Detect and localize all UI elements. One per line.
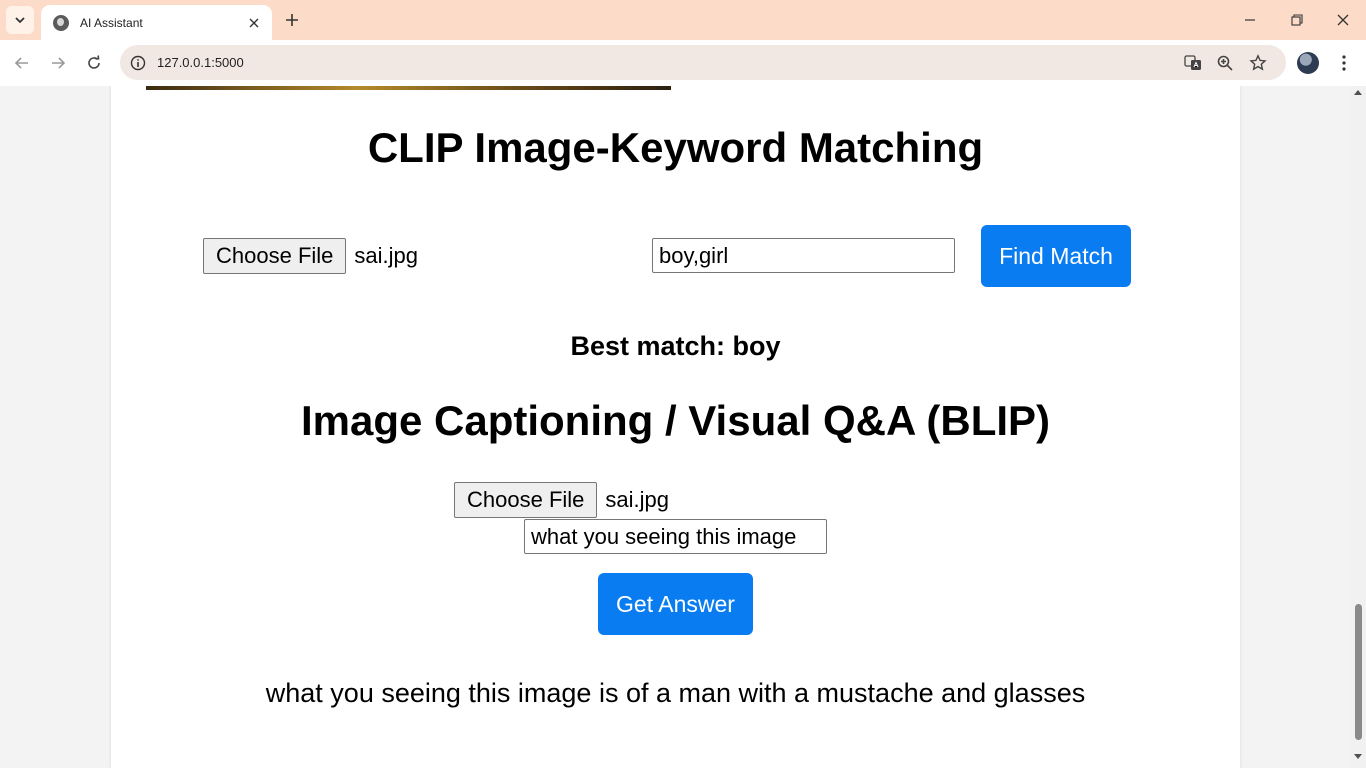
scroll-down-arrow-icon[interactable] xyxy=(1354,754,1362,759)
clip-file-name: sai.jpg xyxy=(354,243,418,268)
reload-button[interactable] xyxy=(80,49,108,77)
forward-button[interactable] xyxy=(44,49,72,77)
more-vert-icon xyxy=(1342,55,1346,71)
clip-choose-file-button[interactable]: Choose File xyxy=(203,238,347,274)
blip-answer-text: what you seeing this image is of a man w… xyxy=(265,678,1086,708)
zoom-icon[interactable] xyxy=(1215,53,1235,73)
close-tab-button[interactable] xyxy=(246,15,262,31)
restore-icon xyxy=(1291,14,1303,26)
back-button[interactable] xyxy=(8,49,36,77)
arrow-right-icon xyxy=(52,57,66,69)
bookmark-star-icon[interactable] xyxy=(1248,53,1268,73)
blip-file-input[interactable]: Choose File sai.jpg xyxy=(454,482,669,518)
globe-icon xyxy=(53,14,69,31)
minimize-button[interactable] xyxy=(1234,6,1266,34)
plus-icon xyxy=(286,14,298,26)
clip-file-input[interactable]: Choose File sai.jpg xyxy=(203,238,418,274)
clip-keywords-input[interactable] xyxy=(652,238,955,273)
profile-avatar[interactable] xyxy=(1297,52,1319,74)
url-text: 127.0.0.1:5000 xyxy=(157,55,244,70)
uploaded-image-bottom-edge xyxy=(146,86,671,90)
tab-search-button[interactable] xyxy=(6,6,34,34)
new-tab-button[interactable] xyxy=(282,10,302,30)
browser-menu-button[interactable] xyxy=(1334,50,1354,76)
blip-choose-file-button[interactable]: Choose File xyxy=(454,482,598,518)
find-match-button[interactable]: Find Match xyxy=(981,225,1131,287)
main-card: CLIP Image-Keyword Matching Choose File … xyxy=(111,86,1240,768)
blip-section-title: Image Captioning / Visual Q&A (BLIP) xyxy=(300,397,1051,444)
blip-question-input[interactable] xyxy=(524,519,827,554)
arrow-left-icon xyxy=(14,57,28,69)
tab-ai-assistant[interactable]: AI Assistant xyxy=(41,5,272,40)
chevron-down-icon xyxy=(15,17,25,24)
close-window-button[interactable] xyxy=(1327,6,1359,34)
minimize-icon xyxy=(1245,19,1255,21)
tab-title: AI Assistant xyxy=(80,15,143,30)
page-scrollbar[interactable] xyxy=(1351,86,1366,768)
close-icon xyxy=(1337,14,1349,26)
address-bar[interactable]: 127.0.0.1:5000 xyxy=(120,45,1286,80)
scrollbar-thumb[interactable] xyxy=(1355,604,1362,740)
clip-section-title: CLIP Image-Keyword Matching xyxy=(367,124,984,171)
restore-button[interactable] xyxy=(1281,6,1313,34)
clip-result-text: Best match: boy xyxy=(570,331,781,361)
scroll-up-arrow-icon[interactable] xyxy=(1354,90,1362,95)
translate-icon[interactable] xyxy=(1183,53,1203,73)
site-info-icon[interactable] xyxy=(129,54,146,71)
close-icon xyxy=(249,18,259,27)
page-viewport: CLIP Image-Keyword Matching Choose File … xyxy=(0,86,1351,768)
tab-strip: AI Assistant xyxy=(0,0,1366,40)
reload-icon xyxy=(88,55,100,69)
get-answer-button[interactable]: Get Answer xyxy=(598,573,753,635)
blip-file-name: sai.jpg xyxy=(605,487,669,512)
